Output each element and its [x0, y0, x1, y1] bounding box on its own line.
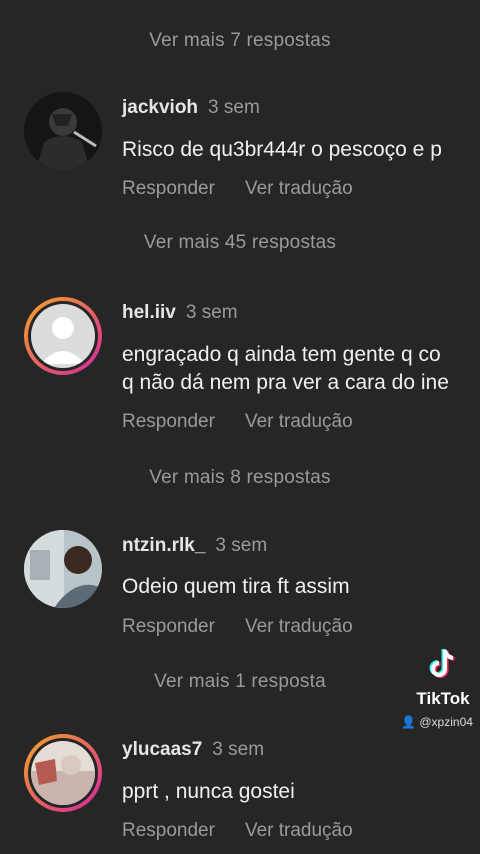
view-more-replies[interactable]: Ver mais 8 respostas — [0, 467, 480, 489]
view-more-replies[interactable]: Ver mais 1 resposta — [0, 671, 480, 693]
translate-button[interactable]: Ver tradução — [245, 820, 353, 841]
comment-username[interactable]: ntzin.rlk_ 3 sem — [122, 535, 267, 557]
user-icon: 👤 — [401, 715, 417, 729]
comment-text-line: pprt , nunca gostei — [122, 780, 295, 803]
reply-button[interactable]: Responder — [122, 820, 215, 841]
username-text[interactable]: ntzin.rlk_ — [122, 535, 205, 556]
comment-text-line: q não dá nem pra ver a cara do ine — [122, 371, 449, 394]
comment-text-line: engraçado q ainda tem gente q co — [122, 343, 441, 366]
tiktok-watermark: TikTok 👤 @xpzin04 — [401, 646, 476, 729]
comment-actions: Responder Ver tradução — [122, 411, 383, 433]
translate-button[interactable]: Ver tradução — [245, 178, 353, 199]
translate-button[interactable]: Ver tradução — [245, 411, 353, 432]
comment-username[interactable]: ylucaas7 3 sem — [122, 739, 264, 761]
username-text[interactable]: jackvioh — [122, 97, 198, 118]
comment-actions: Responder Ver tradução — [122, 616, 383, 638]
comment-text: engraçado q ainda tem gente q co q não d… — [122, 341, 480, 397]
comment-text-line: Odeio quem tira ft assim — [122, 575, 350, 598]
comment-text: pprt , nunca gostei — [122, 778, 480, 806]
comment-username[interactable]: jackvioh 3 sem — [122, 97, 260, 119]
comment-text-line: Risco de qu3br444r o pescoço e p — [122, 138, 442, 161]
comment-actions: Responder Ver tradução — [122, 820, 383, 842]
comment-item: hel.iiv 3 sem engraçado q ainda tem gente… — [0, 297, 480, 497]
default-user-icon — [41, 317, 85, 364]
avatar[interactable] — [24, 92, 102, 170]
reply-button[interactable]: Responder — [122, 616, 215, 637]
comment-time: 3 sem — [212, 739, 265, 760]
comment-text: Risco de qu3br444r o pescoço e p — [122, 136, 480, 164]
tiktok-brand: TikTok — [416, 689, 470, 708]
reply-button[interactable]: Responder — [122, 178, 215, 199]
handle-text: @xpzin04 — [419, 715, 473, 729]
username-text[interactable]: hel.iiv — [122, 302, 176, 323]
comment-item: ntzin.rlk_ 3 sem Odeio quem tira ft assim… — [0, 530, 480, 720]
view-more-replies[interactable]: Ver mais 45 respostas — [0, 232, 480, 254]
avatar[interactable] — [24, 530, 102, 608]
username-text[interactable]: ylucaas7 — [122, 739, 202, 760]
tiktok-logo-icon — [429, 648, 455, 678]
comment-actions: Responder Ver tradução — [122, 178, 383, 200]
comment-item: ylucaas7 3 sem pprt , nunca gostei Respon… — [0, 734, 480, 854]
comment-text: Odeio quem tira ft assim — [122, 573, 480, 601]
watermark-handle: 👤 @xpzin04 — [398, 715, 476, 729]
avatar[interactable] — [24, 297, 102, 375]
comment-item: jackvioh 3 sem Risco de qu3br444r o pesco… — [0, 92, 480, 282]
avatar[interactable] — [24, 734, 102, 812]
comment-username[interactable]: hel.iiv 3 sem — [122, 302, 238, 324]
reply-button[interactable]: Responder — [122, 411, 215, 432]
comment-time: 3 sem — [185, 302, 238, 323]
comment-time: 3 sem — [208, 97, 260, 118]
view-more-replies[interactable]: Ver mais 7 respostas — [0, 30, 480, 52]
translate-button[interactable]: Ver tradução — [245, 616, 353, 637]
comment-time: 3 sem — [215, 535, 268, 556]
